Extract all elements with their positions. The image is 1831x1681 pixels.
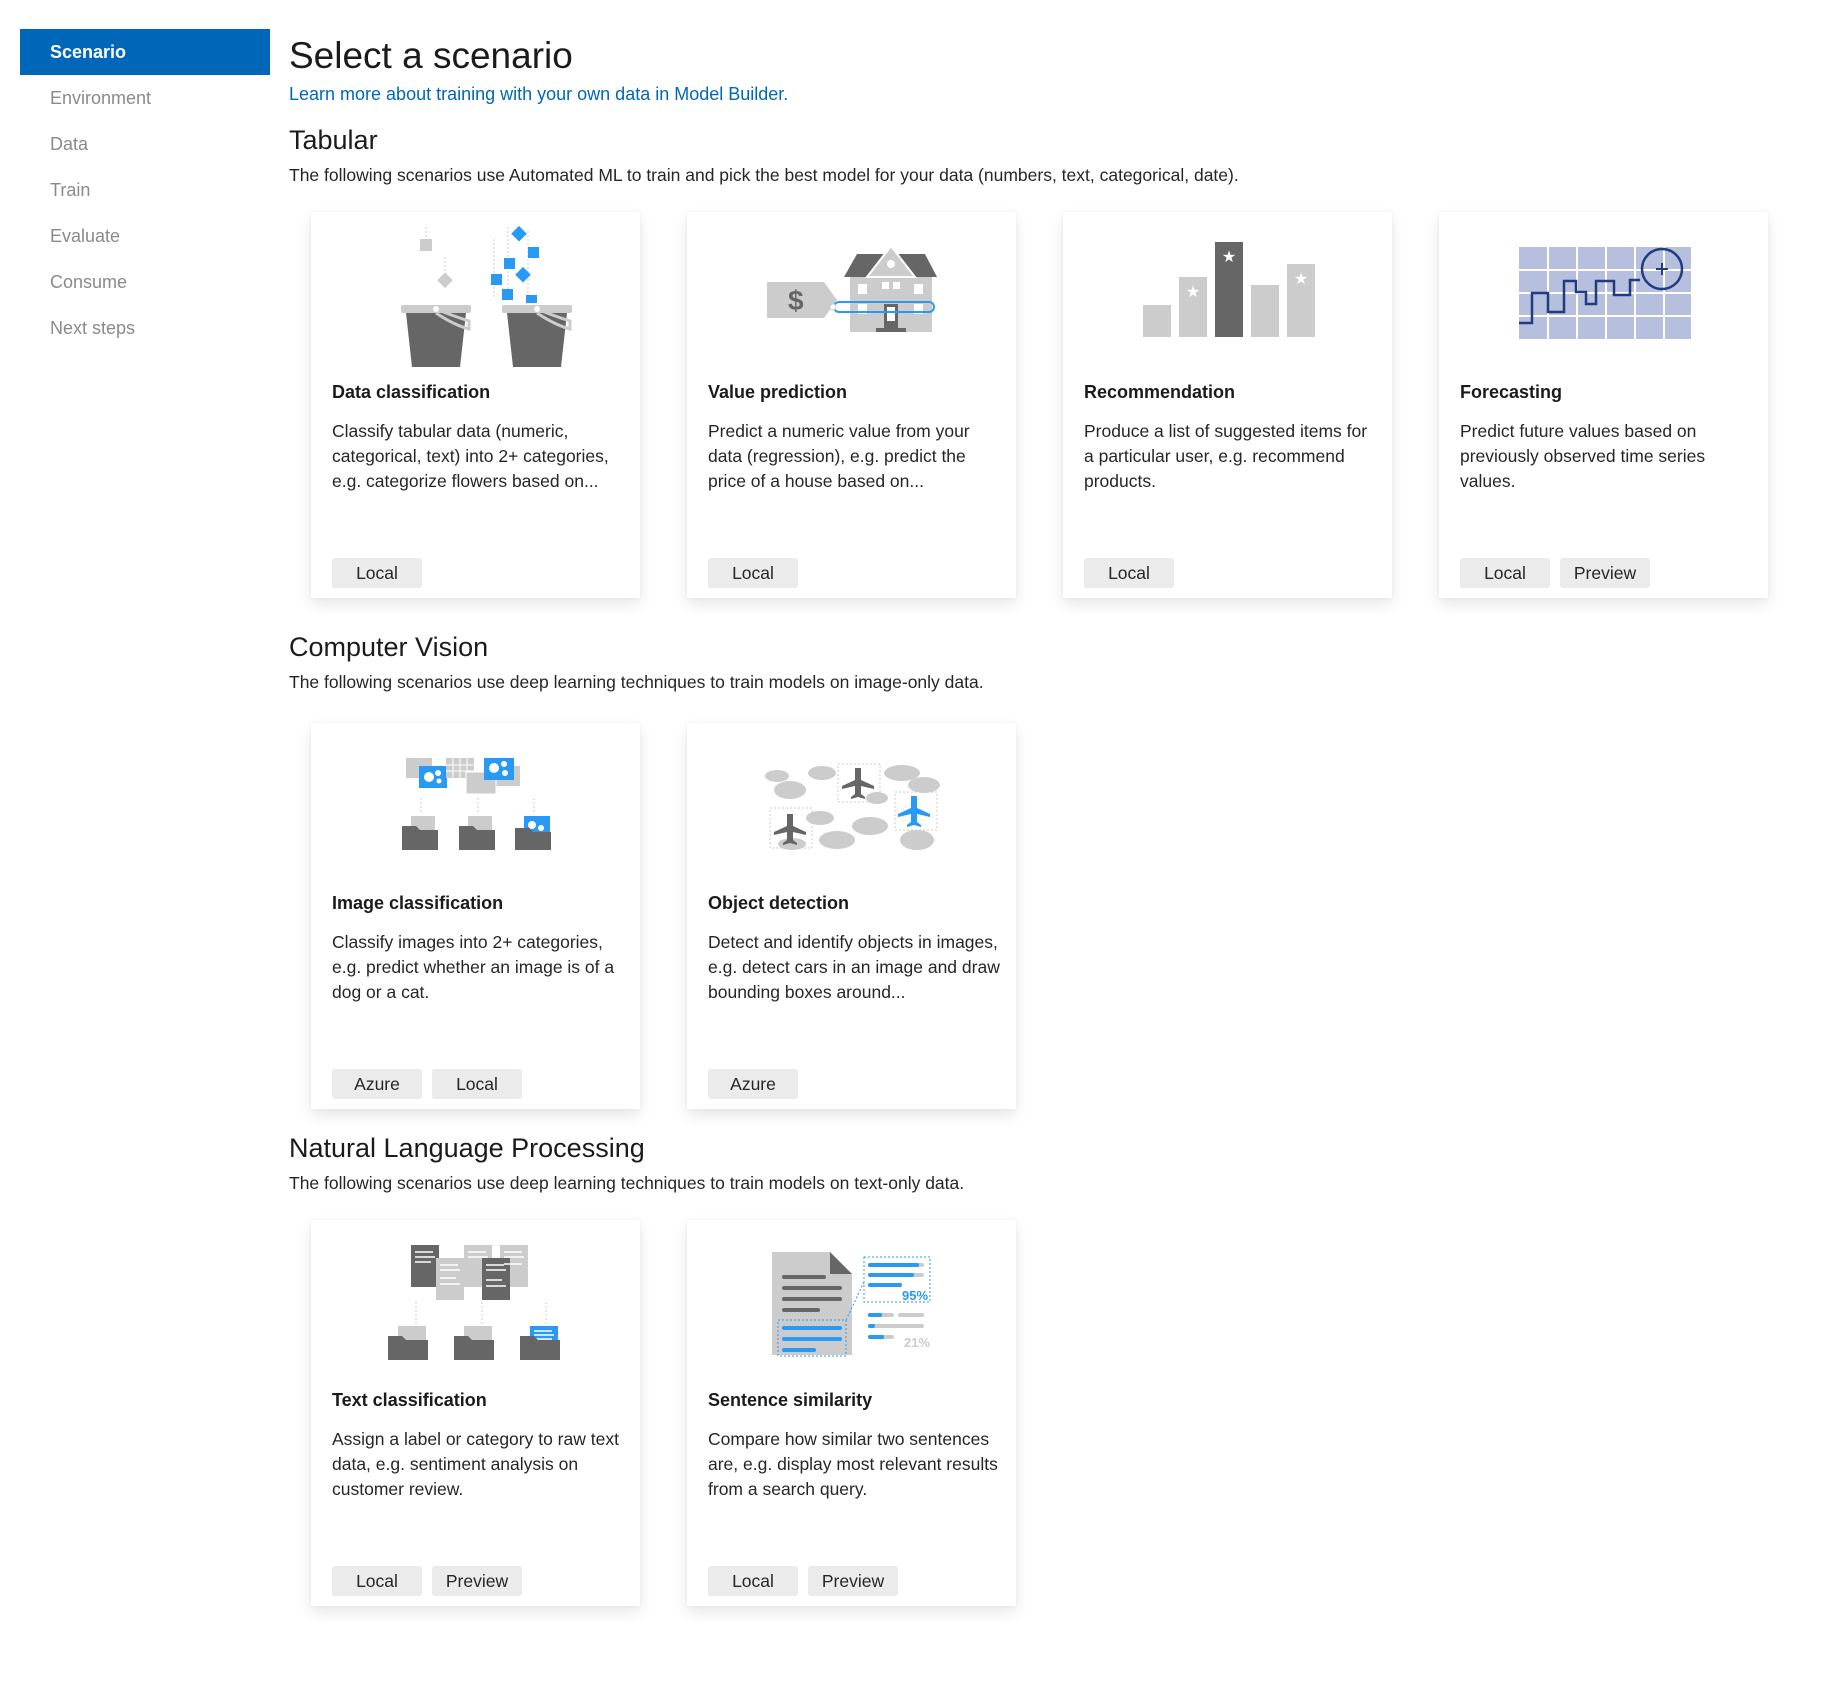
section-tabular: Tabular The following scenarios use Auto… <box>289 122 1809 598</box>
svg-text:★: ★ <box>1293 271 1307 288</box>
tag-local: Local <box>1084 558 1174 588</box>
card-title: Text classification <box>332 1390 487 1410</box>
tag-list: Local Preview <box>332 1566 522 1596</box>
nav-item-consume[interactable]: Consume <box>20 259 270 305</box>
card-description: Predict a numeric value from your data (… <box>708 421 970 491</box>
section-description: The following scenarios use Automated ML… <box>289 165 1239 185</box>
document-similarity-icon: 95% 21% <box>687 1220 1016 1380</box>
buckets-icon <box>311 212 640 372</box>
section-nlp: Natural Language Processing The followin… <box>289 1130 1809 1606</box>
card-description: Compare how similar two sentences are, e… <box>708 1429 998 1499</box>
tag-list: Local <box>1084 558 1174 588</box>
tag-local: Local <box>332 1566 422 1596</box>
card-list: Data classification Classify tabular dat… <box>311 212 1768 598</box>
tag-local: Local <box>1460 558 1550 588</box>
card-title: Forecasting <box>1460 382 1563 402</box>
image-folders-icon <box>311 723 640 883</box>
nav-item-next-steps[interactable]: Next steps <box>20 305 270 351</box>
tag-preview: Preview <box>432 1566 522 1596</box>
card-description: Classify images into 2+ categories, e.g.… <box>332 932 615 1002</box>
card-image-classification[interactable]: Image classification Classify images int… <box>311 723 640 1109</box>
card-sentence-similarity[interactable]: 95% 21% Sentence similarity Compare how … <box>687 1220 1016 1606</box>
svg-text:★: ★ <box>1185 284 1199 301</box>
nav-item-evaluate[interactable]: Evaluate <box>20 213 270 259</box>
card-title: Data classification <box>332 382 491 402</box>
card-object-detection[interactable]: Object detection Detect and identify obj… <box>687 723 1016 1109</box>
card-title: Image classification <box>332 893 504 913</box>
tag-local: Local <box>708 558 798 588</box>
card-description: Produce a list of suggested items for a … <box>1084 421 1368 491</box>
learn-more-link[interactable]: Learn more about training with your own … <box>289 82 788 106</box>
card-list: Image classification Classify images int… <box>311 723 1016 1109</box>
svg-text:★: ★ <box>1221 249 1235 266</box>
tag-list: Local <box>708 558 798 588</box>
card-description: Classify tabular data (numeric, categori… <box>332 421 609 491</box>
card-description: Predict future values based on previousl… <box>1460 421 1706 491</box>
card-recommendation[interactable]: ★ ★ ★ Recommendation Produce a list of s… <box>1063 212 1392 598</box>
card-list: Text classification Assign a label or ca… <box>311 1220 1016 1606</box>
similarity-low-label: 21% <box>904 1335 930 1350</box>
card-text-classification[interactable]: Text classification Assign a label or ca… <box>311 1220 640 1606</box>
tag-azure: Azure <box>332 1069 422 1099</box>
nav-item-environment[interactable]: Environment <box>20 75 270 121</box>
tag-preview: Preview <box>808 1566 898 1596</box>
card-title: Recommendation <box>1084 382 1236 402</box>
card-description: Detect and identify objects in images, e… <box>708 932 1000 1002</box>
section-title: Tabular <box>289 125 378 155</box>
nav-item-scenario[interactable]: Scenario <box>20 29 270 75</box>
tag-local: Local <box>432 1069 522 1099</box>
wizard-step-nav: Scenario Environment Data Train Evaluate… <box>20 29 270 351</box>
main-content: Select a scenario Learn more about train… <box>289 30 1809 1606</box>
tag-list: Local Preview <box>708 1566 898 1596</box>
card-forecasting[interactable]: Forecasting Predict future values based … <box>1439 212 1768 598</box>
card-title: Object detection <box>708 893 850 913</box>
section-description: The following scenarios use deep learnin… <box>289 1173 965 1193</box>
section-title: Natural Language Processing <box>289 1133 645 1163</box>
card-value-prediction[interactable]: $ Value prediction Predict a numeric val… <box>687 212 1016 598</box>
tag-local: Local <box>708 1566 798 1596</box>
page-title: Select a scenario <box>289 35 573 76</box>
nav-item-data[interactable]: Data <box>20 121 270 167</box>
tag-list: Local Preview <box>1460 558 1650 588</box>
airplanes-clouds-icon <box>687 723 1016 883</box>
star-bar-chart-icon: ★ ★ ★ <box>1063 212 1392 372</box>
card-description: Assign a label or category to raw text d… <box>332 1429 619 1499</box>
tag-list: Azure Local <box>332 1069 522 1099</box>
document-folders-icon <box>311 1220 640 1380</box>
svg-text:$: $ <box>788 285 804 316</box>
tag-preview: Preview <box>1560 558 1650 588</box>
tag-local: Local <box>332 558 422 588</box>
similarity-high-label: 95% <box>902 1288 928 1303</box>
card-data-classification[interactable]: Data classification Classify tabular dat… <box>311 212 640 598</box>
time-series-forecast-icon <box>1439 212 1768 372</box>
section-description: The following scenarios use deep learnin… <box>289 672 984 692</box>
section-title: Computer Vision <box>289 632 489 662</box>
tag-azure: Azure <box>708 1069 798 1099</box>
tag-list: Azure <box>708 1069 798 1099</box>
tag-list: Local <box>332 558 422 588</box>
house-price-tag-icon: $ <box>687 212 1016 372</box>
card-title: Sentence similarity <box>708 1390 873 1410</box>
section-computer-vision: Computer Vision The following scenarios … <box>289 629 1809 1109</box>
card-title: Value prediction <box>708 382 848 402</box>
nav-item-train[interactable]: Train <box>20 167 270 213</box>
